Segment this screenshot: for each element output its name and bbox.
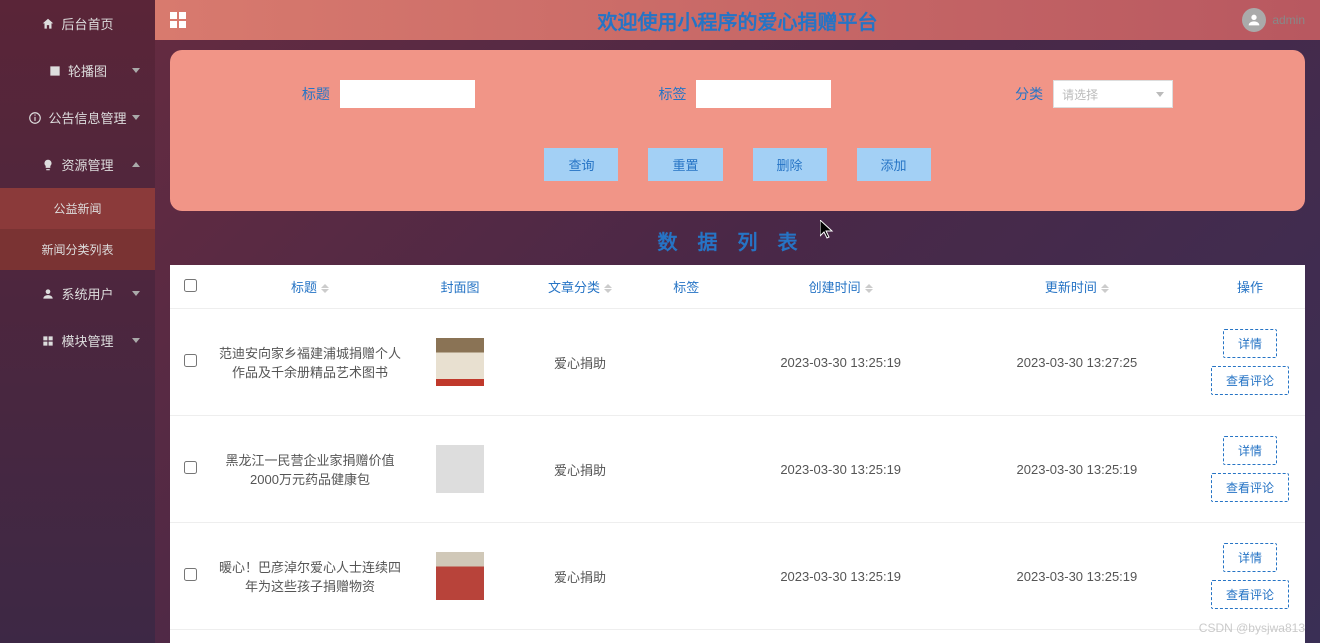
main-area: 欢迎使用小程序的爱心捐赠平台 admin 标题 标签 分类 请选择: [155, 0, 1320, 643]
grid-icon: [41, 334, 55, 348]
sidebar-item-carousel[interactable]: 轮播图: [0, 47, 155, 94]
cell-created: 2023-03-30 13:25:19: [723, 523, 959, 630]
cell-updated: 2023-03-30 13:25:19: [959, 523, 1195, 630]
sort-icon[interactable]: [604, 284, 612, 293]
th-created[interactable]: 创建时间: [809, 280, 861, 295]
detail-button[interactable]: 详情: [1223, 329, 1277, 358]
comments-button[interactable]: 查看评论: [1211, 580, 1289, 609]
table-title: 数据列表: [170, 226, 1305, 255]
reset-button[interactable]: 重置: [648, 148, 722, 181]
select-all-checkbox[interactable]: [184, 279, 197, 292]
table-row: 共 4 条 10条/页 < 1 > 前往 页: [170, 630, 1305, 643]
comments-button[interactable]: 查看评论: [1211, 366, 1289, 395]
sidebar-item-label: 后台首页: [61, 14, 113, 33]
sidebar-item-label: 公告信息管理: [48, 108, 126, 127]
cell-created: 2023-03-30 13:25:19: [723, 416, 959, 523]
search-input-tag[interactable]: [696, 80, 831, 108]
detail-button[interactable]: 详情: [1223, 543, 1277, 572]
th-tag: 标签: [673, 280, 699, 295]
sidebar-subitem-category[interactable]: 新闻分类列表: [0, 229, 155, 270]
sort-icon[interactable]: [1101, 284, 1109, 293]
cell-category: 爱心捐助: [510, 416, 650, 523]
sort-icon[interactable]: [321, 284, 329, 293]
cell-tag: [650, 309, 723, 416]
sort-icon[interactable]: [865, 284, 873, 293]
detail-button[interactable]: 详情: [1223, 436, 1277, 465]
sidebar-subitem-news[interactable]: 公益新闻: [0, 188, 155, 229]
sidebar-subitem-label: 公益新闻: [53, 202, 101, 216]
sidebar-item-home[interactable]: 后台首页: [0, 0, 155, 47]
cover-thumbnail: [436, 338, 484, 386]
cover-thumbnail: [436, 552, 484, 600]
query-button[interactable]: 查询: [544, 148, 618, 181]
data-table: 标题 封面图 文章分类 标签 创建时间 更新时间 操作 范迪安向家乡福建浦城捐赠…: [170, 265, 1305, 643]
search-label-category: 分类: [1015, 84, 1043, 104]
row-checkbox[interactable]: [184, 461, 197, 474]
user-area[interactable]: admin: [1242, 8, 1305, 32]
table-row: 黑龙江一民营企业家捐赠价值2000万元药品健康包 爱心捐助 2023-03-30…: [170, 416, 1305, 523]
sidebar-item-label: 模块管理: [61, 331, 113, 350]
bulb-icon: [41, 158, 55, 172]
sidebar-item-label: 轮播图: [68, 61, 107, 80]
search-label-tag: 标签: [658, 84, 686, 104]
image-icon: [48, 64, 62, 78]
cell-title: 黑龙江一民营企业家捐赠价值2000万元药品健康包: [210, 416, 410, 523]
watermark: CSDN @bysjwa813: [1199, 621, 1305, 635]
table-row: 暖心！巴彦淖尔爱心人士连续四年为这些孩子捐赠物资 爱心捐助 2023-03-30…: [170, 523, 1305, 630]
sidebar-item-module[interactable]: 模块管理: [0, 317, 155, 364]
sidebar: 后台首页 轮播图 公告信息管理 资源管理 公益新闻 新闻分类列表 系统用户 模块…: [0, 0, 155, 643]
cell-title: 暖心！巴彦淖尔爱心人士连续四年为这些孩子捐赠物资: [210, 523, 410, 630]
th-cover: 封面图: [440, 280, 479, 295]
sidebar-subitem-label: 新闻分类列表: [41, 243, 113, 257]
cell-category: 爱心捐助: [510, 309, 650, 416]
cell-title: [210, 630, 410, 643]
content: 标题 标签 分类 请选择 查询 重置 删除 添加 数据列表: [155, 40, 1320, 643]
cell-title: 范迪安向家乡福建浦城捐赠个人作品及千余册精品艺术图书: [210, 309, 410, 416]
row-checkbox[interactable]: [184, 568, 197, 581]
th-title[interactable]: 标题: [291, 280, 317, 295]
cell-updated: 2023-03-30 13:27:25: [959, 309, 1195, 416]
search-input-title[interactable]: [340, 80, 475, 108]
cell-updated: 2023-03-30 13:25:19: [959, 416, 1195, 523]
sidebar-item-users[interactable]: 系统用户: [0, 270, 155, 317]
sidebar-item-resource[interactable]: 资源管理: [0, 141, 155, 188]
sidebar-item-label: 系统用户: [61, 284, 113, 303]
table-row: 范迪安向家乡福建浦城捐赠个人作品及千余册精品艺术图书 爱心捐助 2023-03-…: [170, 309, 1305, 416]
home-icon: [41, 17, 55, 31]
cell-tag: [650, 523, 723, 630]
menu-toggle-button[interactable]: [170, 12, 186, 28]
sidebar-item-notice[interactable]: 公告信息管理: [0, 94, 155, 141]
cell-category: 爱心捐助: [510, 523, 650, 630]
info-icon: [28, 111, 42, 125]
avatar: [1242, 8, 1266, 32]
topbar: 欢迎使用小程序的爱心捐赠平台 admin: [155, 0, 1320, 40]
delete-button[interactable]: 删除: [753, 148, 827, 181]
cell-created: 2023-03-30 13:25:19: [723, 309, 959, 416]
th-category[interactable]: 文章分类: [548, 280, 600, 295]
search-select-category[interactable]: 请选择: [1053, 80, 1173, 108]
search-panel: 标题 标签 分类 请选择 查询 重置 删除 添加: [170, 50, 1305, 211]
cover-thumbnail: [436, 445, 484, 493]
row-checkbox[interactable]: [184, 354, 197, 367]
th-op: 操作: [1237, 280, 1263, 295]
user-icon: [41, 287, 55, 301]
search-label-title: 标题: [302, 84, 330, 104]
username: admin: [1272, 13, 1305, 27]
cell-tag: [650, 416, 723, 523]
th-updated[interactable]: 更新时间: [1045, 280, 1097, 295]
comments-button[interactable]: 查看评论: [1211, 473, 1289, 502]
add-button[interactable]: 添加: [857, 148, 931, 181]
page-title: 欢迎使用小程序的爱心捐赠平台: [598, 6, 878, 35]
sidebar-item-label: 资源管理: [61, 155, 113, 174]
